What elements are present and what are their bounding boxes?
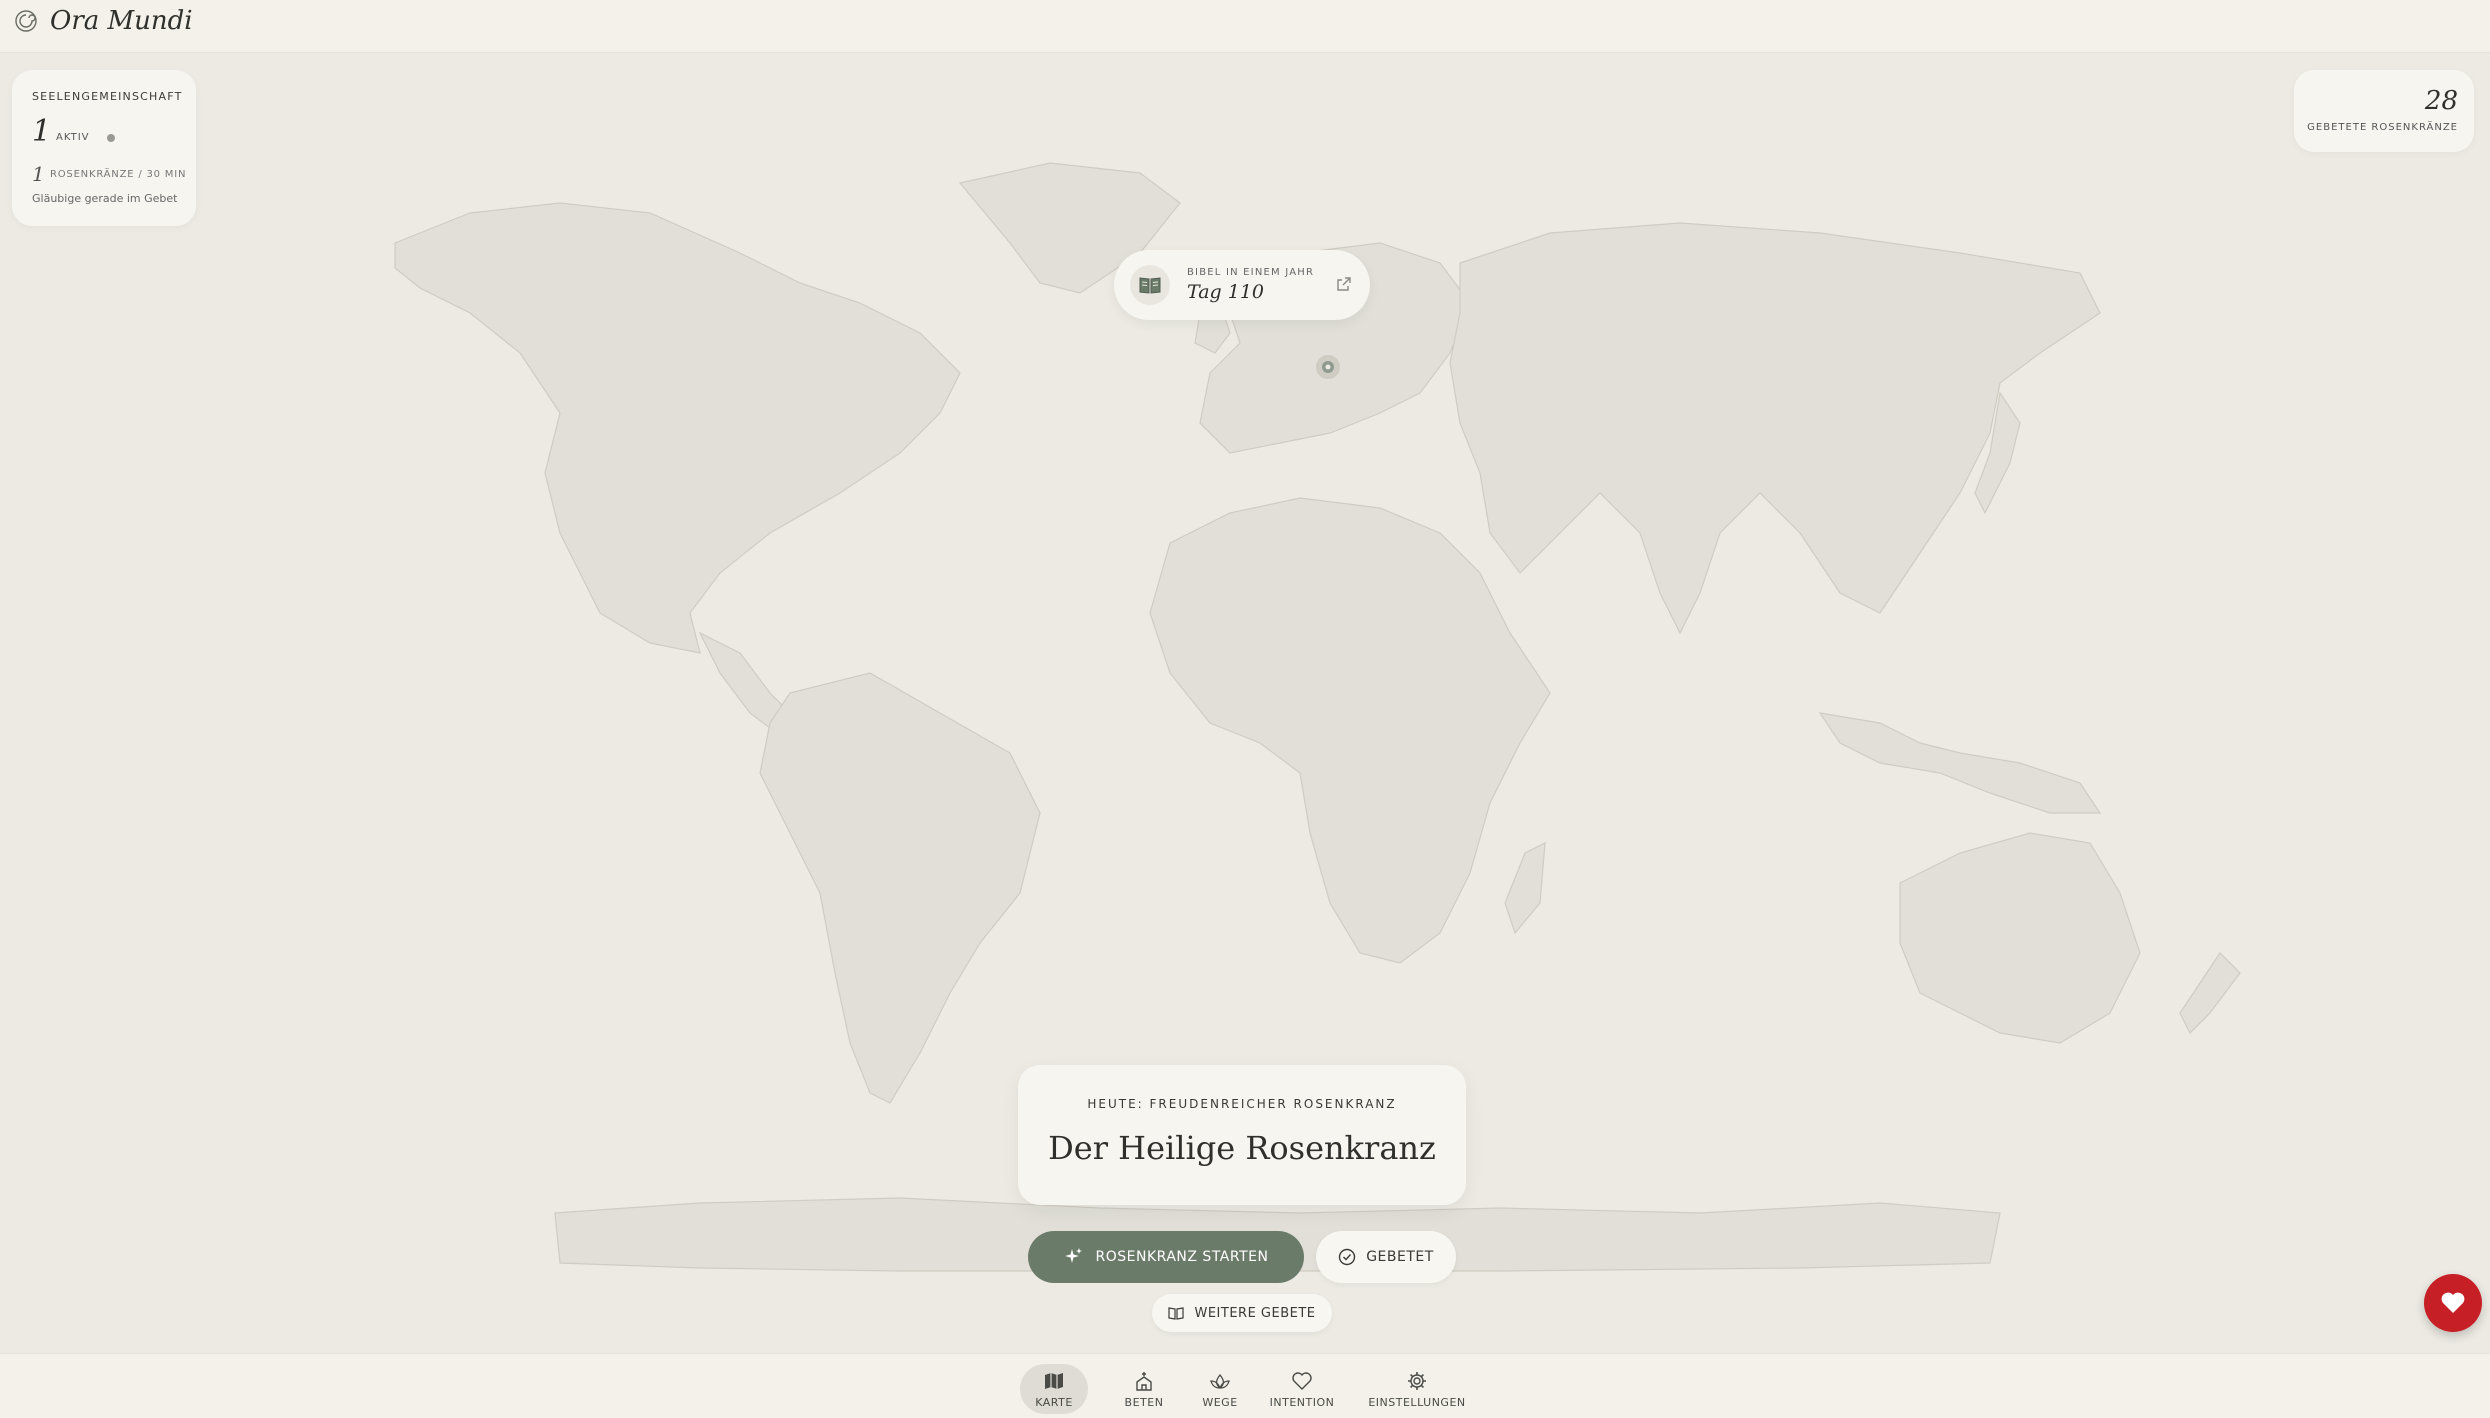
nav-ways-label: WEGE xyxy=(1202,1395,1238,1409)
nav-pray[interactable]: BETEN xyxy=(1114,1364,1174,1414)
bottom-nav: KARTE BETEN WEGE INTENTION EINSTELLUNGEN xyxy=(0,1353,2490,1418)
lotus-icon xyxy=(1210,1373,1230,1389)
rosary-card: HEUTE: FREUDENREICHER ROSENKRANZ Der Hei… xyxy=(1018,1065,1466,1205)
bible-in-a-year-pill[interactable]: BIBEL IN EINEM JAHR Tag 110 xyxy=(1114,250,1370,320)
australia-landmass xyxy=(1899,832,2141,1044)
community-subtitle: Gläubige gerade im Gebet xyxy=(32,192,178,205)
north-america-landmass xyxy=(394,202,961,654)
nav-intention-label: INTENTION xyxy=(1269,1395,1335,1409)
rosaries-count: 1 xyxy=(32,162,45,186)
heart-outline-icon xyxy=(1292,1371,1312,1390)
status-dot xyxy=(107,134,115,142)
start-rosary-label: ROSENKRANZ STARTEN xyxy=(1095,1249,1269,1265)
nav-settings-label: EINSTELLUNGEN xyxy=(1368,1395,1466,1409)
book-open-icon xyxy=(1168,1307,1185,1320)
app-title: Ora Mundi xyxy=(50,6,193,36)
rosary-counter-card: 28 GEBETETE ROSENKRÄNZE xyxy=(2294,70,2474,152)
map-icon xyxy=(1045,1372,1063,1389)
active-label: AKTIV xyxy=(56,132,90,143)
active-count: 1 xyxy=(32,114,52,149)
rosaries-label: ROSENKRÄNZE / 30 MIN xyxy=(50,169,187,180)
more-prayers-label: WEITERE GEBETE xyxy=(1194,1305,1316,1321)
rosary-title: Der Heilige Rosenkranz xyxy=(1048,1129,1436,1167)
bible-label: BIBEL IN EINEM JAHR xyxy=(1187,267,1315,278)
africa-landmass xyxy=(1149,497,1551,964)
start-rosary-button[interactable]: ROSENKRANZ STARTEN xyxy=(1028,1231,1304,1283)
new-zealand-landmass xyxy=(2179,952,2241,1035)
south-america-landmass xyxy=(759,672,1041,1104)
nav-intention[interactable]: INTENTION xyxy=(1264,1364,1340,1414)
nav-settings[interactable]: EINSTELLUNGEN xyxy=(1362,1364,1472,1414)
prayed-label: GEBETET xyxy=(1366,1249,1434,1265)
today-mystery: HEUTE: FREUDENREICHER ROSENKRANZ xyxy=(1087,1097,1397,1111)
book-icon xyxy=(1139,277,1161,294)
sparkles-icon xyxy=(1064,1248,1082,1263)
rosary-counter-value: 28 xyxy=(2424,86,2458,116)
prayed-button[interactable]: GEBETET xyxy=(1316,1231,1456,1283)
indonesia-landmass xyxy=(1818,712,2102,814)
favorite-fab[interactable] xyxy=(2424,1274,2482,1332)
external-link-icon[interactable] xyxy=(1336,276,1352,292)
nav-pray-label: BETEN xyxy=(1124,1395,1164,1409)
more-prayers-button[interactable]: WEITERE GEBETE xyxy=(1152,1294,1332,1332)
brand[interactable]: Ora Mundi xyxy=(14,6,193,36)
nav-map-label: KARTE xyxy=(1035,1395,1073,1409)
heart-icon xyxy=(2441,1292,2465,1313)
spiral-logo-icon xyxy=(15,10,37,32)
check-circle-icon xyxy=(1339,1248,1356,1266)
nav-map[interactable]: KARTE xyxy=(1020,1364,1088,1414)
church-icon xyxy=(1136,1371,1152,1391)
book-icon-wrap xyxy=(1130,265,1170,305)
bible-day: Tag 110 xyxy=(1187,281,1264,303)
community-card: SEELENGEMEINSCHAFT 1 AKTIV 1 ROSENKRÄNZE… xyxy=(12,70,196,226)
gear-icon xyxy=(1408,1371,1426,1390)
top-bar: Ora Mundi xyxy=(0,0,2490,53)
community-title: SEELENGEMEINSCHAFT xyxy=(32,90,183,103)
madagascar-landmass xyxy=(1504,841,1546,935)
rosary-counter-label: GEBETETE ROSENKRÄNZE xyxy=(2307,122,2458,133)
nav-ways[interactable]: WEGE xyxy=(1190,1364,1250,1414)
